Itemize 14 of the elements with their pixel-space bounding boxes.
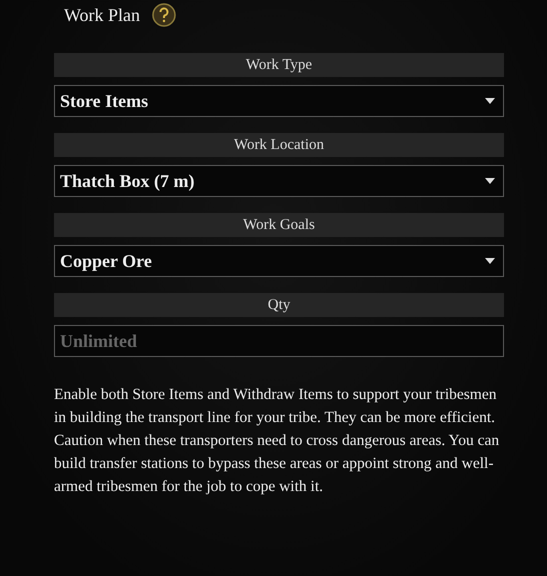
- section-header: Work Location: [54, 133, 504, 157]
- panel-title: Work Plan: [64, 4, 140, 26]
- dropdown[interactable]: Store Items: [54, 85, 504, 117]
- section-header: Work Goals: [54, 213, 504, 237]
- description-text: Enable both Store Items and Withdraw Items to support your tribesmen in building the transport line for your tribe. They can be more efficient. Caution when these transporters need to cross dangerous areas. You can build transfer stations to bypass these areas or appoint strong and well-armed tribesmen for the job to cope with it.: [54, 385, 500, 497]
- section-header: Work Type: [54, 53, 504, 77]
- help-icon[interactable]: [152, 3, 176, 27]
- dropdown[interactable]: Copper Ore: [54, 245, 504, 277]
- caret-icon: [485, 178, 495, 184]
- caret-icon: [485, 258, 495, 264]
- caret-icon: [485, 98, 495, 104]
- input-field[interactable]: Unlimited: [54, 325, 504, 357]
- dropdown[interactable]: Thatch Box (7 m): [54, 165, 504, 197]
- section-header: Qty: [54, 293, 504, 317]
